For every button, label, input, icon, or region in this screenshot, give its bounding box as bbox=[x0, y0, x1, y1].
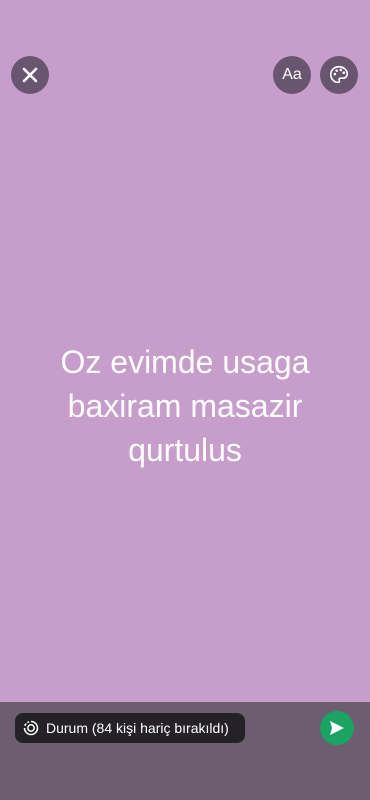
audience-selector[interactable]: Durum (84 kişi hariç bırakıldı) bbox=[15, 713, 245, 743]
send-icon bbox=[330, 721, 344, 735]
palette-icon bbox=[329, 65, 349, 84]
audience-label: Durum (84 kişi hariç bırakıldı) bbox=[46, 720, 229, 736]
font-style-label: Aa bbox=[282, 66, 302, 83]
close-button[interactable] bbox=[11, 56, 49, 94]
bottom-bar: Durum (84 kişi hariç bırakıldı) bbox=[0, 702, 370, 800]
font-style-button[interactable]: Aa bbox=[273, 56, 311, 94]
send-button[interactable] bbox=[320, 711, 354, 745]
close-icon bbox=[22, 67, 38, 83]
status-ring-icon bbox=[23, 720, 39, 736]
status-editor-screen: Aa Oz evimde usaga baxiram masazir qurtu… bbox=[0, 0, 370, 800]
background-color-button[interactable] bbox=[320, 56, 358, 94]
status-text[interactable]: Oz evimde usaga baxiram masazir qurtulus bbox=[20, 340, 350, 472]
